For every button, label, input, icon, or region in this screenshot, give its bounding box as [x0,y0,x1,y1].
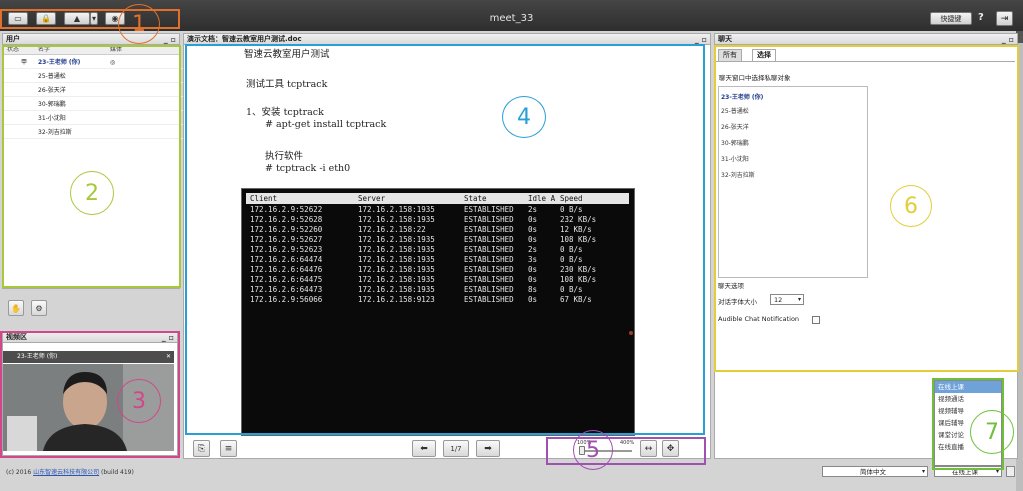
annotation-label: 4 [502,96,546,138]
chat-panel-header: 聊天 _ ▫ [715,34,1017,45]
copyright-year: (c) 2016 [6,469,32,476]
users-panel-title: 用户 [6,35,20,43]
company-link[interactable]: 山东智速云科技有限公司 [33,469,99,476]
footer-copyright: (c) 2016 山东智速云科技有限公司 (build 419) [6,467,134,476]
help-button[interactable]: ? [978,12,984,23]
hotkey-button[interactable]: 快捷键 [930,12,972,25]
annotation-box-zoom [546,437,706,465]
exit-icon[interactable]: ⇥ [996,11,1013,26]
chevron-down-icon: ▾ [921,468,925,475]
minimize-maximize-icon[interactable]: _ ▫ [1002,34,1014,45]
annotation-box-document [185,44,705,435]
document-title: 演示文档：智速云教室用户测试.doc [187,35,302,43]
settings-small-icon[interactable] [1006,466,1015,477]
language-select[interactable]: 简体中文 ▾ [822,466,928,477]
minimize-maximize-icon[interactable]: _ ▫ [164,34,176,45]
annotation-box-users [2,45,181,288]
annotation-label: 6 [890,185,932,227]
prev-page-arrow-icon[interactable]: ⬅ [412,440,436,457]
document-list-icon[interactable]: ≡ [220,440,237,457]
annotation-label: 5 [573,430,613,470]
annotation-box-chat [714,45,1019,372]
build-number: (build 419) [101,469,134,476]
next-page-arrow-icon[interactable]: ➡ [476,440,500,457]
upload-document-icon[interactable]: ⎘ [193,440,210,457]
chat-panel-title: 聊天 [718,35,732,43]
annotation-label: 7 [970,410,1014,454]
raise-hand-icon[interactable]: ✋ [8,300,24,316]
annotation-label: 3 [117,379,161,423]
language-value: 简体中文 [860,468,886,476]
annotation-label: 2 [70,171,114,215]
annotation-label: 1 [118,4,160,44]
page-indicator[interactable]: 1/7 [443,440,469,457]
settings-gear-icon[interactable]: ⚙ [31,300,47,316]
